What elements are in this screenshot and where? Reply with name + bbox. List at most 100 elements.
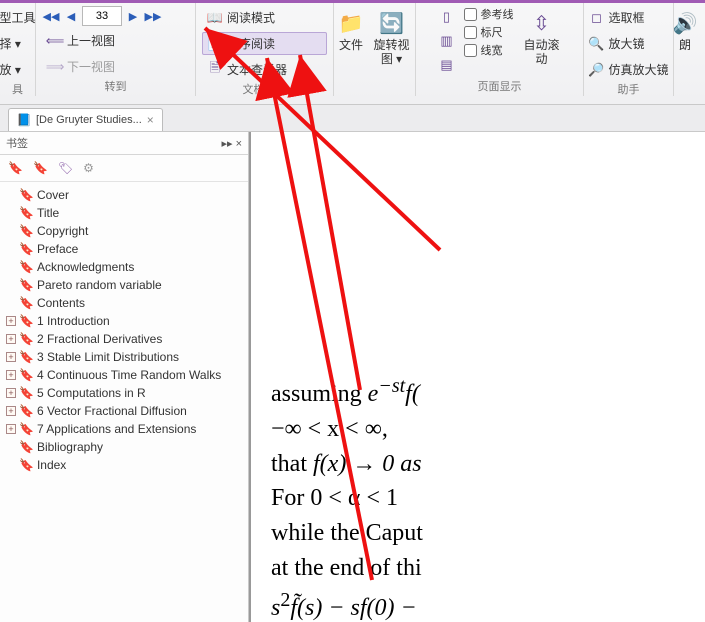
bookmark-label: Preface (37, 242, 78, 256)
sidebar-toolbar: 🔖 🔖 🏷 ⚙ (0, 155, 248, 182)
goto-group: ◀◀ ◀ ▶ ▶▶ ⟸上一视图 ⟹下一视图 转到 (36, 0, 196, 96)
bookmark-node[interactable]: +🔖1 Introduction (2, 312, 246, 330)
bookmark-icon: 🔖 (19, 278, 34, 292)
bookmark-node[interactable]: 🔖Cover (2, 186, 246, 204)
bookmarks-tree[interactable]: 🔖Cover🔖Title🔖Copyright🔖Preface🔖Acknowled… (0, 182, 248, 622)
expand-toggle (6, 190, 16, 200)
prev-page-button[interactable]: ◀ (62, 7, 80, 25)
reader-button[interactable]: 🔊朗 (661, 6, 705, 58)
page-number-input[interactable] (82, 6, 122, 26)
bookmark-node[interactable]: 🔖Pareto random variable (2, 276, 246, 294)
close-tab-button[interactable]: × (147, 113, 154, 127)
bookmark-node[interactable]: 🔖Preface (2, 240, 246, 258)
zoom-dropdown[interactable]: 放 ▾ (0, 58, 41, 81)
layout-facing-button[interactable]: ▤ (434, 54, 460, 76)
group-label-goto: 转到 (105, 78, 127, 94)
book-icon: 📖 (207, 10, 223, 26)
magnifier-button[interactable]: 🔍放大镜 (584, 32, 674, 55)
expand-toggle[interactable]: + (6, 334, 16, 344)
bookmark-tool-2[interactable]: 🔖 (33, 161, 48, 175)
sim-zoom-icon: 🔎 (589, 62, 605, 78)
guides-checkbox[interactable]: 参考线 (464, 6, 514, 22)
expand-toggle[interactable]: + (6, 388, 16, 398)
layout-single-button[interactable]: ▯ (434, 6, 460, 28)
reading-mode-button[interactable]: 📖阅读模式 (202, 6, 327, 29)
document-tab-bar: 📘 [De Gruyter Studies... × (0, 105, 705, 132)
bookmark-node[interactable]: 🔖Contents (2, 294, 246, 312)
bookmark-icon: 🔖 (19, 314, 34, 328)
bookmark-tool-1[interactable]: 🔖 (8, 161, 23, 175)
next-page-button[interactable]: ▶ (124, 7, 142, 25)
rotate-icon: 🔄 (379, 11, 405, 37)
bookmark-node[interactable]: 🔖Acknowledgments (2, 258, 246, 276)
marquee-button[interactable]: ◻选取框 (584, 6, 674, 29)
autoscroll-button[interactable]: ⇳自动滚动 (518, 6, 566, 76)
last-page-button[interactable]: ▶▶ (144, 7, 162, 25)
bookmark-icon: 🔖 (19, 224, 34, 238)
document-tab[interactable]: 📘 [De Gruyter Studies... × (8, 108, 163, 131)
rotate-view-button[interactable]: 🔄旋转视图 ▾ (368, 6, 416, 72)
group-label-tools: 具 (12, 81, 23, 97)
expand-toggle (6, 262, 16, 272)
expand-toggle[interactable]: + (6, 424, 16, 434)
bookmark-icon: 🔖 (19, 440, 34, 454)
expand-toggle (6, 208, 16, 218)
ruler-checkbox[interactable]: 标尺 (464, 24, 514, 40)
bookmark-node[interactable]: +🔖5 Computations in R (2, 384, 246, 402)
bookmark-node[interactable]: 🔖Title (2, 204, 246, 222)
prev-view-button[interactable]: ⟸上一视图 (42, 29, 189, 52)
speaker-icon: 🔊 (672, 11, 698, 37)
tools-group: 型工具 择 ▾ 放 ▾ 具 (0, 0, 36, 96)
bookmark-node[interactable]: +🔖6 Vector Fractional Diffusion (2, 402, 246, 420)
bookmark-tool-4[interactable]: ⚙ (83, 161, 94, 175)
text-icon: 🗎 (207, 62, 223, 78)
expand-toggle[interactable]: + (6, 352, 16, 362)
folder-icon: 📁 (338, 11, 364, 37)
bookmark-node[interactable]: 🔖Index (2, 456, 246, 474)
next-view-button[interactable]: ⟹下一视图 (42, 55, 189, 78)
document-viewport[interactable]: assuming e−stf( −∞ < x < ∞, that f(x) → … (249, 132, 705, 622)
expand-toggle[interactable]: + (6, 370, 16, 380)
expand-toggle (6, 442, 16, 452)
bookmark-tool-3[interactable]: 🏷 (58, 161, 73, 175)
sidebar-pin-button[interactable]: ▸▸ × (221, 137, 242, 150)
group-label-docview: 文档视图 (243, 81, 287, 97)
file-group: 📁文件 (334, 0, 368, 96)
bookmark-node[interactable]: +🔖2 Fractional Derivatives (2, 330, 246, 348)
bookmark-label: Copyright (37, 224, 88, 238)
expand-toggle (6, 460, 16, 470)
prev-view-icon: ⟸ (47, 33, 63, 49)
bookmark-node[interactable]: +🔖3 Stable Limit Distributions (2, 348, 246, 366)
sim-magnifier-button[interactable]: 🔎仿真放大镜 (584, 58, 674, 81)
bookmark-label: 5 Computations in R (37, 386, 146, 400)
bookmarks-sidebar: 书签 ▸▸ × 🔖 🔖 🏷 ⚙ 🔖Cover🔖Title🔖Copyright🔖P… (0, 132, 249, 622)
expand-toggle (6, 280, 16, 290)
bookmark-label: 1 Introduction (37, 314, 110, 328)
expand-toggle[interactable]: + (6, 316, 16, 326)
bookmark-icon: 🔖 (19, 350, 34, 364)
bookmark-label: Bibliography (37, 440, 103, 454)
layout-cont-icon: ▥ (439, 33, 455, 49)
bookmark-icon: 🔖 (19, 404, 34, 418)
expand-toggle (6, 244, 16, 254)
first-page-button[interactable]: ◀◀ (42, 7, 60, 25)
type-tool-button[interactable]: 型工具 (0, 6, 41, 29)
bookmark-node[interactable]: +🔖7 Applications and Extensions (2, 420, 246, 438)
layout-facing-icon: ▤ (439, 57, 455, 73)
select-dropdown[interactable]: 择 ▾ (0, 32, 41, 55)
expand-toggle (6, 226, 16, 236)
page-content: assuming e−stf( −∞ < x < ∞, that f(x) → … (271, 372, 423, 622)
layout-cont-button[interactable]: ▥ (434, 30, 460, 52)
text-viewer-button[interactable]: 🗎文本查看器 (202, 58, 327, 81)
reverse-reading-button[interactable]: 📄逆序阅读 (202, 32, 327, 55)
linewidth-checkbox[interactable]: 线宽 (464, 42, 514, 58)
expand-toggle[interactable]: + (6, 406, 16, 416)
bookmark-icon: 🔖 (19, 332, 34, 346)
bookmark-icon: 🔖 (19, 386, 34, 400)
bookmark-node[interactable]: 🔖Bibliography (2, 438, 246, 456)
bookmark-label: 2 Fractional Derivatives (37, 332, 162, 346)
bookmark-node[interactable]: +🔖4 Continuous Time Random Walks (2, 366, 246, 384)
bookmark-node[interactable]: 🔖Copyright (2, 222, 246, 240)
bookmark-icon: 🔖 (19, 242, 34, 256)
zoom-icon: 🔍 (589, 36, 605, 52)
